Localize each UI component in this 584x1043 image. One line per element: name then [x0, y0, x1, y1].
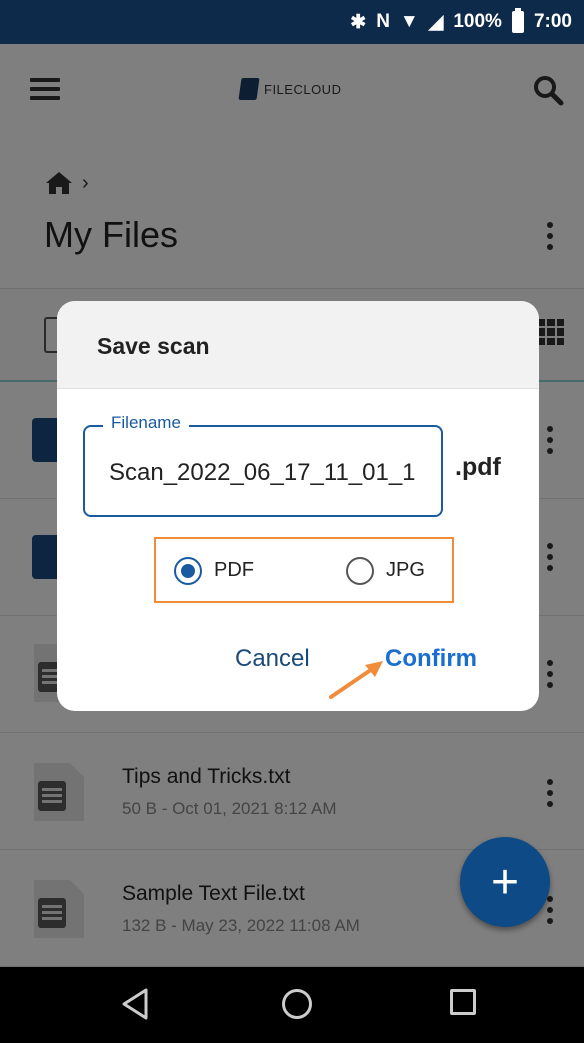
wifi-icon: ▼ [399, 11, 419, 32]
radio-pdf[interactable] [174, 557, 202, 585]
filename-input[interactable]: Scan_2022_06_17_11_01_1 [109, 459, 429, 487]
format-radio-group: PDF JPG [154, 537, 454, 603]
arrow-annotation-icon [329, 661, 383, 699]
dialog-title: Save scan [97, 333, 210, 359]
battery-icon [511, 8, 524, 33]
battery-percent: 100% [453, 11, 502, 32]
cancel-button[interactable]: Cancel [235, 645, 310, 673]
plus-icon: + [490, 855, 520, 909]
clock: 7:00 [533, 11, 572, 32]
back-icon[interactable] [120, 987, 150, 1021]
radio-jpg-label[interactable]: JPG [386, 559, 425, 582]
recents-icon[interactable] [450, 989, 476, 1015]
file-extension: .pdf [455, 453, 501, 481]
status-bar: ✱ N ▼ ◢ 100% 7:00 [0, 0, 584, 44]
save-scan-dialog: Save scan Filename Scan_2022_06_17_11_01… [57, 301, 539, 711]
add-fab-button[interactable]: + [460, 837, 550, 927]
nfc-icon: N [376, 11, 390, 32]
system-nav-bar [0, 967, 584, 1043]
filename-field[interactable]: Filename Scan_2022_06_17_11_01_1 [83, 413, 443, 517]
confirm-button[interactable]: Confirm [385, 645, 477, 673]
radio-pdf-label[interactable]: PDF [214, 559, 254, 582]
filename-label: Filename [103, 413, 189, 433]
bluetooth-icon: ✱ [350, 11, 367, 33]
home-nav-icon[interactable] [282, 989, 312, 1019]
signal-icon: ◢ [428, 11, 444, 33]
radio-jpg[interactable] [346, 557, 374, 585]
